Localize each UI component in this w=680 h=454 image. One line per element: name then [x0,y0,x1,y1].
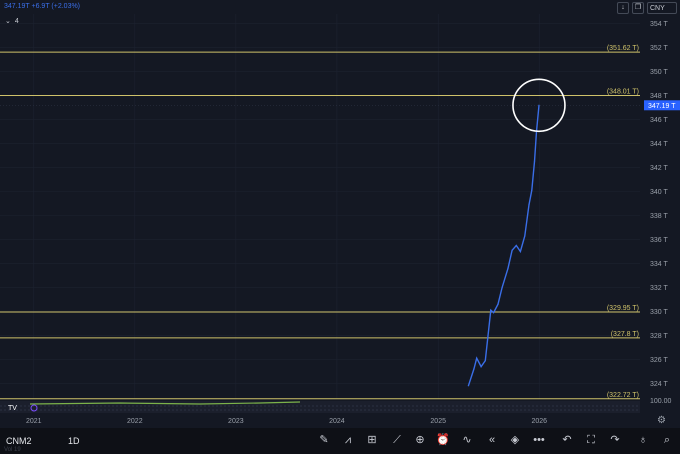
price-tick-label: 330 T [650,309,668,316]
price-tick-label: 342 T [650,165,668,172]
price-tick-label: 328 T [650,333,668,340]
grid-icon[interactable]: ⊞ [365,433,379,447]
price-tick-label: 352 T [650,45,668,52]
price-point [519,250,522,253]
price-point [511,249,513,251]
undo-icon[interactable]: ↶ [560,433,574,447]
bottom-toolbar: CNM2 1D ✎ ⩘ ⊞ ⟋ ⊕ ⏰ ∿ « ◈ ••• ↶ ⛶ ↷ ♁ ⌕ [0,428,680,454]
price-point [533,160,536,163]
indicator-pane: 100.00 TV [0,398,672,413]
price-tick-label: 334 T [650,261,668,268]
more-icon[interactable]: ••• [532,433,546,447]
price-point [524,235,526,237]
plus-circle-icon[interactable]: ⊕ [413,433,427,447]
horizontal-levels: (351.62 T) (348.01 T) (329.95 T) (327.8 T) (… [0,45,640,400]
layers-icon[interactable]: ◈ [508,433,522,447]
chart-grid [0,14,640,399]
price-tick-label: 338 T [650,213,668,220]
price-tick-label: 346 T [650,117,668,124]
price-tick-label: 324 T [650,381,668,388]
time-tick-label: 2025 [430,418,446,425]
price-tick-label: 350 T [650,69,668,76]
horizontal-level-label: (348.01 T) [607,88,639,95]
search-icon[interactable]: ⌕ [660,433,674,447]
price-point [501,286,503,289]
price-point [490,309,492,311]
chart-top-buttons: ↓ ❐ [617,2,644,14]
interval-button[interactable]: 1D [68,436,80,446]
time-tick-label: 2026 [531,418,547,425]
legend-count: 4 [14,17,19,25]
price-axis: 354 T 352 T 350 T 348 T 346 T 344 T 342 T 340 T… [650,21,668,388]
currency-select[interactable]: CNY [647,2,677,14]
price-tick-label: 340 T [650,189,668,196]
price-point [476,357,478,359]
price-tick-label: 348 T [650,93,668,100]
current-price-label: 347.19 T [648,103,676,110]
price-tick-label: 344 T [650,141,668,148]
symbol-button[interactable]: CNM2 [6,436,32,446]
price-line [467,105,540,387]
arrow-down-icon[interactable]: ↓ [617,2,629,14]
price-point [515,244,517,247]
alarm-icon[interactable]: ⏰ [436,433,450,447]
price-tick-label: 326 T [650,357,668,364]
price-point [480,366,482,368]
price-point [497,303,499,305]
settings-icon[interactable]: ⚙ [657,415,666,426]
tradingview-logo-icon: TV [8,405,17,412]
indicator-value-label: 100.00 [650,398,672,405]
fullscreen-icon[interactable]: ⛶ [584,433,598,447]
price-point [538,104,540,106]
horizontal-level-label: (351.62 T) [607,45,639,52]
line-icon[interactable]: ∿ [460,433,474,447]
price-point [467,385,469,387]
pen-icon[interactable]: ✎ [317,433,331,447]
price-point [531,189,533,191]
volume-ghost-label: Vol 19 [4,447,21,453]
price-point [528,204,530,206]
time-tick-label: 2023 [228,418,244,425]
price-point [507,267,509,269]
redo-icon[interactable]: ↷ [608,433,622,447]
chevron-down-icon: ⌄ [5,18,11,25]
time-tick-label: 2022 [127,418,143,425]
bulb-icon[interactable]: ♁ [636,433,650,447]
series-header: 347.19T +6.9T (+2.03%) [4,3,81,10]
price-tick-label: 336 T [650,237,668,244]
horizontal-level-label: (322.72 T) [607,392,639,399]
chart-type-icon[interactable]: ⩘ [341,433,355,447]
time-tick-label: 2024 [329,418,345,425]
copy-icon[interactable]: ❐ [632,2,644,14]
horizontal-level-label: (329.95 T) [607,305,639,312]
horizontal-level-label: (327.8 T) [611,331,639,338]
time-axis: 2021 2022 2023 2024 2025 2026 [26,418,547,425]
indicators-icon[interactable]: ⟋ [390,433,404,447]
series-line: 347.19 T [0,100,680,387]
time-tick-label: 2021 [26,418,42,425]
price-point [492,312,495,314]
price-tick-label: 354 T [650,21,668,28]
price-chart[interactable]: (351.62 T) (348.01 T) (329.95 T) (327.8 T) (… [0,0,680,454]
price-tick-label: 332 T [650,285,668,292]
collapse-legend-button[interactable]: ⌄ 4 [5,17,19,26]
price-point [473,368,475,370]
price-point [484,360,486,362]
replay-icon[interactable]: « [485,433,499,447]
